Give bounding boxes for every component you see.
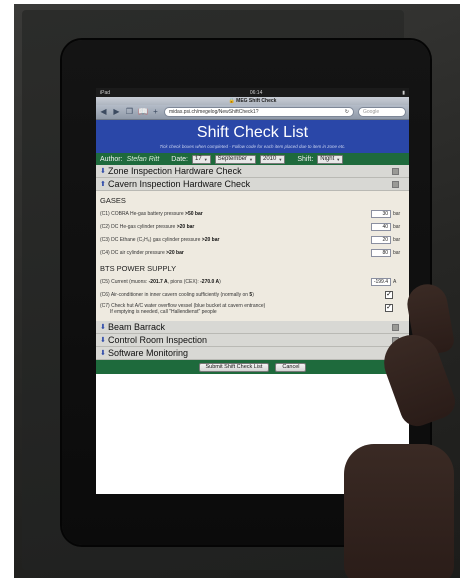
- section-software-monitoring[interactable]: ⬇ Software Monitoring: [96, 347, 409, 360]
- shift-select[interactable]: Night ▼: [317, 154, 344, 164]
- unit-label: bar: [393, 250, 401, 256]
- arrow-down-icon: ⬇: [100, 168, 106, 175]
- unit-label: bar: [393, 224, 401, 230]
- chevron-down-icon: ▼: [249, 156, 253, 162]
- bookmarks-icon[interactable]: 📖: [138, 107, 148, 117]
- search-input[interactable]: Google: [358, 107, 406, 117]
- c4-value-input[interactable]: 80: [371, 249, 391, 257]
- cavern-details: GASES (C1) COBRA He-gas battery pressure…: [96, 191, 409, 321]
- check-row-c2: (C2) DC He-gas cylinder pressure >20 bar…: [100, 222, 403, 235]
- section-cavern-inspection[interactable]: ⬆ Cavern Inspection Hardware Check: [96, 178, 409, 191]
- hand-thumb: [344, 444, 454, 578]
- page-title: Shift Check List: [196, 124, 309, 141]
- chevron-down-icon: ▼: [336, 156, 341, 162]
- clock: 06:14: [249, 89, 263, 96]
- c5-value-input[interactable]: -199.4: [371, 278, 391, 286]
- section-checkbox[interactable]: [392, 324, 399, 331]
- author-name: Stefan Ritt: [126, 155, 160, 163]
- unit-label: bar: [393, 237, 401, 243]
- battery-icon: ▮: [402, 89, 405, 96]
- c7-checkbox[interactable]: ✓: [385, 304, 393, 312]
- unit-label: bar: [393, 211, 401, 217]
- author-label: Author:: [100, 155, 123, 163]
- photo-background: iPad 06:14 ▮ 🔒 MEG Shift Check ◀ ▶ ❐ 📖 +…: [14, 4, 460, 578]
- section-checkbox[interactable]: [392, 168, 399, 175]
- arrow-down-icon: ⬇: [100, 350, 106, 357]
- title-band: Shift Check List Tick check boxes when c…: [96, 120, 409, 153]
- check-row-c6: (C6) Air-conditioner in inner cavern coo…: [100, 291, 393, 299]
- chevron-down-icon: ▼: [203, 156, 208, 162]
- date-label: Date:: [171, 155, 188, 163]
- section-zone-inspection[interactable]: ⬇ Zone Inspection Hardware Check: [96, 165, 409, 178]
- check-row-c4: (C4) DC air cylinder pressure >20 bar 80…: [100, 248, 403, 261]
- gases-heading: GASES: [100, 196, 126, 205]
- c6-checkbox[interactable]: ✓: [385, 291, 393, 299]
- section-control-room[interactable]: ⬇ Control Room Inspection: [96, 334, 409, 347]
- arrow-down-icon: ⬇: [100, 337, 106, 344]
- section-beam-barrack[interactable]: ⬇ Beam Barrack: [96, 321, 409, 334]
- c3-value-input[interactable]: 20: [371, 236, 391, 244]
- web-page: Shift Check List Tick check boxes when c…: [96, 120, 409, 494]
- address-bar[interactable]: midas.psi.ch/megelog/NewShiftCheck1? ↻: [164, 107, 354, 117]
- author-bar: Author: Stefan Ritt Date: 17 ▼ September ▼…: [96, 153, 409, 165]
- c1-value-input[interactable]: 30: [371, 210, 391, 218]
- status-bar: iPad 06:14 ▮: [96, 88, 409, 97]
- bts-heading: BTS POWER SUPPLY: [100, 264, 177, 273]
- check-row-c5: (C5) Current (muons: -201.7 A, pions (CE…: [100, 277, 403, 290]
- browser-tab-title: 🔒 MEG Shift Check: [96, 97, 409, 105]
- add-icon[interactable]: +: [151, 107, 160, 117]
- pages-icon[interactable]: ❐: [125, 107, 134, 117]
- day-select[interactable]: 17 ▼: [192, 154, 211, 164]
- lock-icon: 🔒: [228, 98, 235, 104]
- forward-icon[interactable]: ▶: [112, 107, 121, 117]
- check-row-c1: (C1) COBRA He-gas battery pressure >50 b…: [100, 209, 403, 222]
- page-subtitle: Tick check boxes when completed - Follow…: [159, 144, 346, 149]
- arrow-down-icon: ⬇: [100, 324, 106, 331]
- month-select[interactable]: September ▼: [214, 154, 256, 164]
- unit-label: A: [393, 279, 397, 285]
- reload-icon[interactable]: ↻: [345, 108, 349, 116]
- cancel-button[interactable]: Cancel: [275, 362, 307, 372]
- chevron-down-icon: ▼: [278, 156, 283, 162]
- shift-label: Shift:: [297, 155, 314, 163]
- back-icon[interactable]: ◀: [99, 107, 108, 117]
- submit-button[interactable]: Submit Shift Check List: [198, 362, 270, 372]
- arrow-up-icon: ⬆: [100, 181, 106, 188]
- section-checkbox[interactable]: [392, 181, 399, 188]
- tablet-screen: iPad 06:14 ▮ 🔒 MEG Shift Check ◀ ▶ ❐ 📖 +…: [96, 88, 409, 494]
- c2-value-input[interactable]: 40: [371, 223, 391, 231]
- form-footer: Submit Shift Check List Cancel: [96, 360, 409, 374]
- year-select[interactable]: 2010 ▼: [259, 154, 286, 164]
- device-name: iPad: [100, 89, 111, 96]
- check-row-c7: (C7) Check hut A/C water overflow vessel…: [100, 303, 393, 315]
- check-row-c3: (C3) DC Ethane (C₂H₆) gas cylinder press…: [100, 235, 403, 248]
- browser-toolbar: ◀ ▶ ❐ 📖 + midas.psi.ch/megelog/NewShiftC…: [96, 105, 409, 120]
